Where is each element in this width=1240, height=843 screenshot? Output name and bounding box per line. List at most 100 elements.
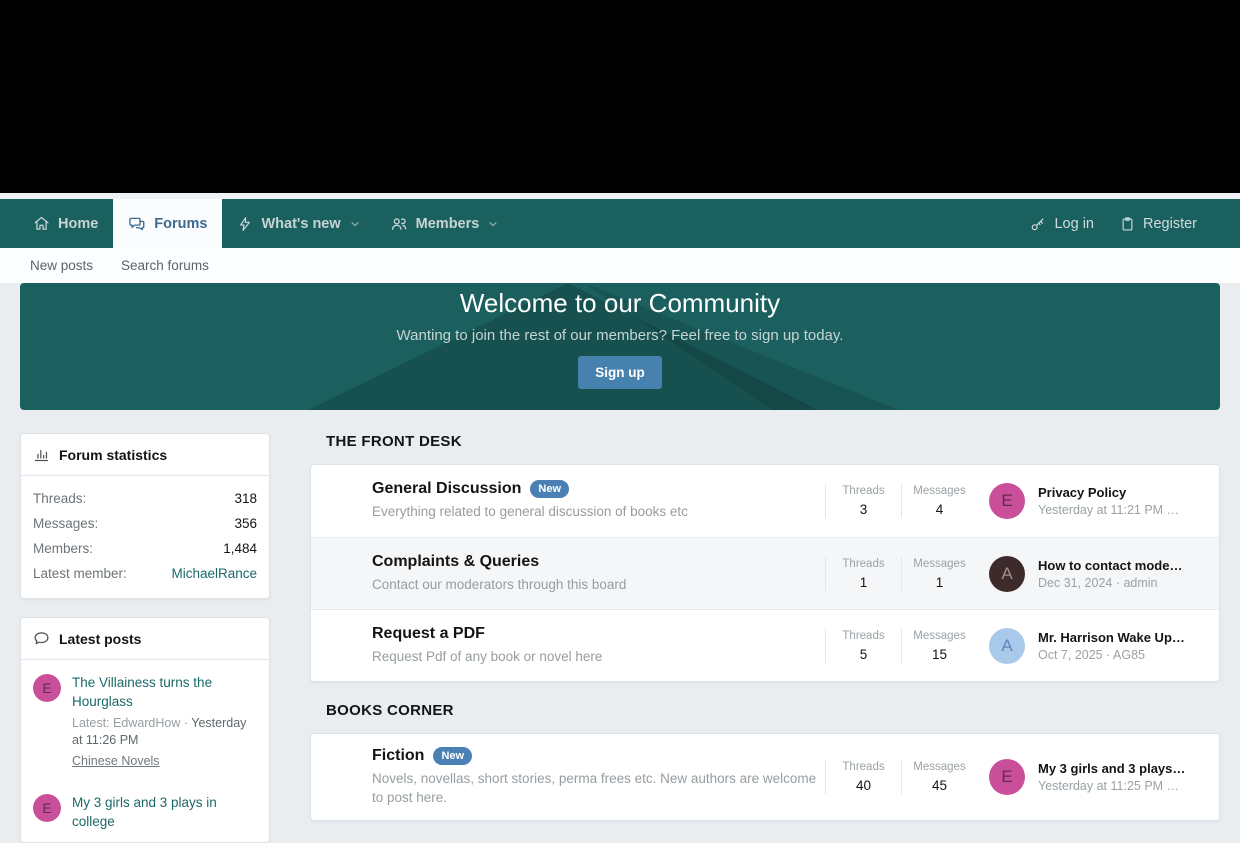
- latest-posts-title: Latest posts: [59, 631, 141, 647]
- post-title-link[interactable]: My 3 girls and 3 plays in college: [72, 794, 257, 832]
- welcome-banner: Welcome to our Community Wanting to join…: [20, 283, 1220, 410]
- threads-count: 40: [826, 778, 901, 793]
- new-badge: New: [433, 747, 472, 765]
- threads-stat: Threads 1: [825, 557, 901, 591]
- threads-count: 3: [826, 502, 901, 517]
- forum-description: Novels, novellas, short stories, perma f…: [372, 770, 824, 807]
- nav-tab-members[interactable]: Members: [375, 199, 514, 248]
- category-title[interactable]: BOOKS CORNER: [326, 702, 1220, 719]
- sign-up-button[interactable]: Sign up: [578, 356, 662, 389]
- post-meta: Latest: EdwardHow · Yesterday at 11:26 P…: [72, 715, 257, 750]
- forum-node-request-a-pdf: Request a PDF Request Pdf of any book or…: [311, 609, 1219, 681]
- category-card: General Discussion New Everything relate…: [310, 464, 1220, 682]
- avatar[interactable]: A: [989, 628, 1025, 664]
- ad-placeholder: [0, 0, 1240, 193]
- threads-count: 5: [826, 647, 901, 662]
- threads-label: Threads: [826, 558, 901, 570]
- category-card: Fiction New Novels, novellas, short stor…: [310, 733, 1220, 821]
- latest-thread-title-link[interactable]: My 3 girls and 3 plays…: [1038, 761, 1185, 776]
- sidebar: Forum statistics Threads: 318 Messages: …: [20, 433, 270, 843]
- avatar[interactable]: E: [989, 483, 1025, 519]
- latest-thread-title-link[interactable]: Privacy Policy: [1038, 485, 1179, 500]
- threads-label: Threads: [826, 485, 901, 497]
- forum-statistics-card: Forum statistics Threads: 318 Messages: …: [20, 433, 270, 599]
- nav-tab-forums[interactable]: Forums: [113, 199, 222, 248]
- whats-new-icon: [237, 216, 253, 232]
- messages-label: Messages: [902, 761, 977, 773]
- nav-tab-label: Forums: [154, 216, 207, 232]
- latest-thread: A How to contact mode… Dec 31, 2024 · ad…: [989, 556, 1211, 592]
- forum-list: THE FRONT DESK General Discussion New Ev…: [310, 433, 1220, 821]
- stat-value: 1,484: [223, 541, 257, 556]
- threads-label: Threads: [826, 630, 901, 642]
- forums-icon: [128, 215, 146, 233]
- stat-label: Latest member:: [33, 566, 127, 581]
- latest-thread: A Mr. Harrison Wake Up… Oct 7, 2025 · AG…: [989, 628, 1211, 664]
- post-forum-link[interactable]: Chinese Novels: [72, 754, 160, 768]
- messages-stat: Messages 4: [901, 484, 977, 518]
- latest-thread-title-link[interactable]: How to contact mode…: [1038, 558, 1182, 573]
- register-button[interactable]: Register: [1107, 199, 1210, 248]
- content-area: Forum statistics Threads: 318 Messages: …: [0, 410, 1240, 843]
- forum-statistics-title: Forum statistics: [59, 447, 167, 463]
- forum-description: Everything related to general discussion…: [372, 503, 824, 522]
- chevron-down-icon[interactable]: [350, 219, 360, 229]
- login-button[interactable]: Log in: [1017, 199, 1107, 248]
- messages-stat: Messages 45: [901, 760, 977, 794]
- latest-thread-title-link[interactable]: Mr. Harrison Wake Up…: [1038, 630, 1185, 645]
- nav-right-group: Log in Register: [1017, 199, 1210, 248]
- stat-row-latest-member: Latest member: MichaelRance: [33, 561, 257, 586]
- bar-chart-icon: [33, 446, 50, 463]
- subnav-new-posts[interactable]: New posts: [30, 258, 93, 273]
- forum-node-general-discussion: General Discussion New Everything relate…: [311, 465, 1219, 537]
- messages-count: 1: [902, 575, 977, 590]
- list-item: E The Villainess turns the Hourglass Lat…: [21, 660, 269, 780]
- nav-tab-label: Members: [416, 216, 480, 232]
- forum-title-link[interactable]: General Discussion: [372, 480, 521, 498]
- messages-count: 4: [902, 502, 977, 517]
- latest-thread-meta: Yesterday at 11:25 PM …: [1038, 779, 1185, 793]
- messages-count: 45: [902, 778, 977, 793]
- login-label: Log in: [1054, 216, 1094, 232]
- avatar[interactable]: A: [989, 556, 1025, 592]
- latest-posts-header: Latest posts: [21, 618, 269, 660]
- stat-label: Members:: [33, 541, 93, 556]
- avatar[interactable]: E: [33, 794, 61, 822]
- stat-label: Messages:: [33, 516, 98, 531]
- forum-statistics-header: Forum statistics: [21, 434, 269, 476]
- stat-label: Threads:: [33, 491, 86, 506]
- category-title[interactable]: THE FRONT DESK: [326, 433, 1220, 450]
- latest-posts-card: Latest posts E The Villainess turns the …: [20, 617, 270, 843]
- nav-tab-label: Home: [58, 216, 98, 232]
- messages-stat: Messages 1: [901, 557, 977, 591]
- avatar[interactable]: E: [989, 759, 1025, 795]
- stat-row-members: Members: 1,484: [33, 536, 257, 561]
- avatar[interactable]: E: [33, 674, 61, 702]
- latest-member-link[interactable]: MichaelRance: [171, 566, 257, 581]
- main-navbar: Home Forums What's new Members Log in: [0, 199, 1240, 248]
- nav-tab-home[interactable]: Home: [18, 199, 113, 248]
- messages-label: Messages: [902, 630, 977, 642]
- messages-count: 15: [902, 647, 977, 662]
- forum-title-link[interactable]: Request a PDF: [372, 625, 485, 643]
- register-icon: [1120, 216, 1135, 232]
- threads-label: Threads: [826, 761, 901, 773]
- threads-count: 1: [826, 575, 901, 590]
- messages-stat: Messages 15: [901, 629, 977, 663]
- latest-thread-meta: Dec 31, 2024 · admin: [1038, 576, 1182, 590]
- latest-thread: E Privacy Policy Yesterday at 11:21 PM …: [989, 483, 1211, 519]
- forum-title-link[interactable]: Fiction: [372, 747, 424, 765]
- members-icon: [390, 215, 408, 233]
- chat-icon: [33, 630, 50, 647]
- chevron-down-icon[interactable]: [488, 219, 498, 229]
- forum-title-link[interactable]: Complaints & Queries: [372, 553, 539, 571]
- post-meta-author: Latest: EdwardHow ·: [72, 716, 188, 730]
- nav-tab-whats-new[interactable]: What's new: [222, 199, 374, 248]
- post-title-link[interactable]: The Villainess turns the Hourglass: [72, 674, 257, 712]
- subnav-search-forums[interactable]: Search forums: [121, 258, 209, 273]
- messages-label: Messages: [902, 485, 977, 497]
- banner-subtitle: Wanting to join the rest of our members?…: [20, 327, 1220, 344]
- new-badge: New: [530, 480, 569, 498]
- list-item: E My 3 girls and 3 plays in college: [21, 780, 269, 842]
- register-label: Register: [1143, 216, 1197, 232]
